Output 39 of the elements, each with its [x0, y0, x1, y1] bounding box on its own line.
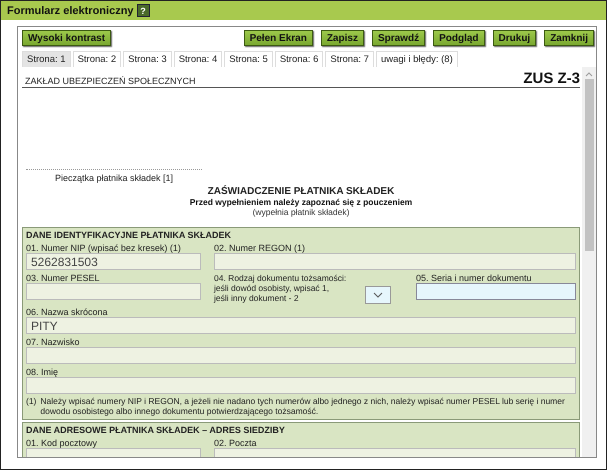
field-label: 07. Nazwisko: [26, 337, 81, 347]
field-label: 04. Rodzaj dokumentu tożsamości: jeśli dowód osobisty, wpisać 1, jeśli inny dokument - 2: [214, 273, 346, 303]
input-field[interactable]: 5262831503: [26, 253, 201, 270]
page-tab[interactable]: Strona: 3: [123, 51, 172, 67]
footnote-mark: (1): [26, 396, 36, 408]
field-label: 01. Kod pocztowy: [26, 438, 98, 448]
field-label: 01. Numer NIP (wpisać bez kresek) (1): [26, 243, 182, 253]
page-tab[interactable]: Strona: 6: [274, 51, 324, 67]
input-field[interactable]: PITY: [26, 317, 576, 334]
section-heading: DANE IDENTYFIKACYJNE PŁATNIKA SKŁADEK: [26, 230, 232, 240]
form-title: ZAŚWIADCZENIE PŁATNIKA SKŁADEK: [208, 186, 394, 197]
stamp-label: Pieczątka płatnika składek [1]: [54, 173, 174, 183]
form-code: ZUS Z-3: [523, 70, 580, 87]
institution-name: ZAKŁAD UBEZPIECZEŃ SPOŁECZNYCH: [24, 76, 196, 87]
field-label: 06. Nazwa skrócona: [26, 307, 109, 317]
field-label: 02. Poczta: [214, 438, 258, 448]
toolbar-button[interactable]: Sprawdź: [372, 30, 426, 46]
field-label: 08. Imię: [26, 367, 60, 377]
toolbar-button[interactable]: Zamknij: [544, 30, 594, 46]
section-heading: DANE ADRESOWE PŁATNIKA SKŁADEK – ADRES SIEDZIBY: [26, 425, 286, 435]
page-tab[interactable]: Strona: 4: [174, 51, 222, 67]
page-tab[interactable]: Strona: 1: [22, 51, 71, 67]
help-button[interactable]: ?: [136, 4, 150, 17]
field-label: 02. Numer REGON (1): [214, 243, 306, 253]
toolbar-button[interactable]: Podgląd: [433, 30, 485, 46]
page-tab[interactable]: Strona: 7: [325, 51, 374, 67]
field-label: 03. Numer PESEL: [26, 273, 101, 283]
form-note: (wypełnia płatnik składek): [252, 207, 350, 217]
window-title: Formularz elektroniczny: [7, 4, 134, 16]
toolbar-button[interactable]: Drukuj: [492, 30, 536, 46]
toolbar-button[interactable]: Zapisz: [320, 30, 364, 46]
page-tab[interactable]: uwagi i błędy: (8): [376, 51, 458, 67]
footnote: Należy wpisać numery NIP i REGON, a jeżeli nie nadano tych numerów albo jednego z nich, należy wpisać numer PESEL lub serię i numer dowodu osobistego albo innego dokumentu potwierdzającego tożsamość.: [40, 396, 566, 416]
page-tab[interactable]: Strona: 2: [72, 51, 122, 67]
contrast-button[interactable]: Wysoki kontrast: [22, 30, 112, 46]
field-label: 05. Seria i numer dokumentu: [416, 273, 533, 283]
form-subtitle: Przed wypełnieniem należy zapoznać się z pouczeniem: [190, 197, 412, 207]
page-tab[interactable]: Strona: 5: [224, 51, 273, 67]
toolbar-button[interactable]: Pełen Ekran: [244, 30, 313, 46]
